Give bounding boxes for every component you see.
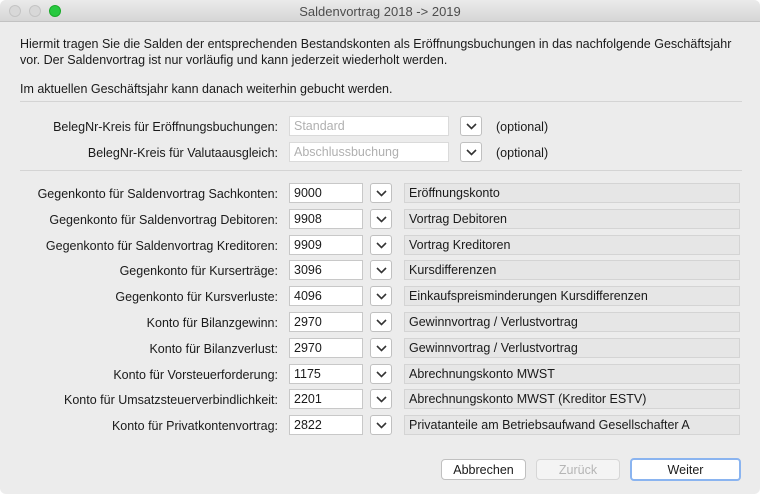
account-dropdown-button[interactable] xyxy=(370,260,392,281)
chevron-down-icon xyxy=(466,149,477,156)
account-label: Gegenkonto für Saldenvortrag Sachkonten: xyxy=(37,187,278,201)
account-number-field[interactable]: 9000 xyxy=(289,183,363,203)
account-label: Gegenkonto für Saldenvortrag Debitoren: xyxy=(49,212,278,227)
cancel-button[interactable]: Abbrechen xyxy=(441,459,526,480)
account-number-field[interactable]: 2970 xyxy=(289,312,363,332)
account-number-field[interactable]: 4096 xyxy=(289,286,363,307)
account-number-field[interactable]: 9909 xyxy=(289,234,363,255)
divider xyxy=(20,101,742,102)
account-number-field[interactable]: 1175 xyxy=(289,363,363,384)
account-description: Eröffnungskonto xyxy=(404,183,740,203)
beleg-label: BelegNr-Kreis für Eröffnungsbuchungen: xyxy=(53,120,278,134)
beleg-eroeffnung-field[interactable]: Standard xyxy=(289,116,449,136)
account-dropdown-button[interactable] xyxy=(370,286,392,307)
account-description: Gewinnvortrag / Verlustvortrag xyxy=(404,312,740,332)
account-number-field[interactable]: 9908 xyxy=(289,208,363,229)
account-description: Vortrag Debitoren xyxy=(404,208,740,229)
chevron-down-icon xyxy=(376,345,387,352)
dialog-window: Saldenvortrag 2018 -> 2019 Hiermit trage… xyxy=(0,0,760,494)
account-description: Abrechnungskonto MWST xyxy=(404,363,740,384)
optional-hint: (optional) xyxy=(496,120,549,134)
chevron-down-icon xyxy=(376,267,387,275)
chevron-down-icon xyxy=(376,242,387,249)
chevron-down-icon xyxy=(376,422,387,429)
divider xyxy=(20,170,742,171)
optional-hint: (optional) xyxy=(496,146,549,160)
account-dropdown-button[interactable] xyxy=(370,363,392,384)
chevron-down-icon xyxy=(376,216,387,223)
beleg-valuta-dropdown-button[interactable] xyxy=(460,142,482,162)
account-dropdown-button[interactable] xyxy=(370,208,392,229)
window-title: Saldenvortrag 2018 -> 2019 xyxy=(299,4,461,19)
account-dropdown-button[interactable] xyxy=(370,337,392,358)
chevron-down-icon xyxy=(376,190,387,197)
account-number-field[interactable]: 2201 xyxy=(289,389,363,410)
intro-line-3: Im aktuellen Geschäftsjahr kann danach w… xyxy=(20,82,393,96)
account-label: Konto für Bilanzgewinn: xyxy=(146,316,278,330)
account-dropdown-button[interactable] xyxy=(370,389,392,410)
account-number-field[interactable]: 2970 xyxy=(289,337,363,358)
title-bar: Saldenvortrag 2018 -> 2019 xyxy=(0,0,760,22)
next-button[interactable]: Weiter xyxy=(630,458,741,481)
account-label: Konto für Umsatzsteuerverbindlichkeit: xyxy=(64,393,278,408)
account-label: Konto für Vorsteuerforderung: xyxy=(113,367,278,382)
account-description: Privatanteile am Betriebsaufwand Gesells… xyxy=(404,415,740,436)
account-label: Konto für Privatkontenvortrag: xyxy=(111,419,278,434)
back-button[interactable]: Zurück xyxy=(536,459,620,480)
account-label: Konto für Bilanzverlust: xyxy=(149,341,278,356)
account-label: Gegenkonto für Kurserträge: xyxy=(119,264,278,279)
account-description: Gewinnvortrag / Verlustvortrag xyxy=(404,337,740,358)
account-dropdown-button[interactable] xyxy=(370,312,392,332)
beleg-eroeffnung-dropdown-button[interactable] xyxy=(460,116,482,136)
chevron-down-icon xyxy=(466,123,477,130)
account-number-field[interactable]: 3096 xyxy=(289,260,363,281)
chevron-down-icon xyxy=(376,396,387,404)
intro-line-1: Hiermit tragen Sie die Salden der entspr… xyxy=(20,37,732,51)
account-description: Einkaufspreisminderungen Kursdifferenzen xyxy=(404,286,740,307)
account-description: Kursdifferenzen xyxy=(404,260,740,281)
account-label: Gegenkonto für Saldenvortrag Kreditoren: xyxy=(45,238,278,253)
beleg-valuta-field[interactable]: Abschlussbuchung xyxy=(289,142,449,162)
intro-line-2: vor. Der Saldenvortrag ist nur vorläufig… xyxy=(20,53,448,67)
beleg-label: BelegNr-Kreis für Valutaausgleich: xyxy=(87,146,278,160)
chevron-down-icon xyxy=(376,293,387,300)
chevron-down-icon xyxy=(376,319,387,326)
account-dropdown-button[interactable] xyxy=(370,415,392,436)
intro-text: Hiermit tragen Sie die Salden der entspr… xyxy=(20,36,740,68)
chevron-down-icon xyxy=(376,371,387,378)
account-number-field[interactable]: 2822 xyxy=(289,415,363,436)
account-dropdown-button[interactable] xyxy=(370,183,392,203)
account-description: Vortrag Kreditoren xyxy=(404,234,740,255)
account-dropdown-button[interactable] xyxy=(370,234,392,255)
account-label: Gegenkonto für Kursverluste: xyxy=(115,290,278,305)
account-description: Abrechnungskonto MWST (Kreditor ESTV) xyxy=(404,389,740,410)
